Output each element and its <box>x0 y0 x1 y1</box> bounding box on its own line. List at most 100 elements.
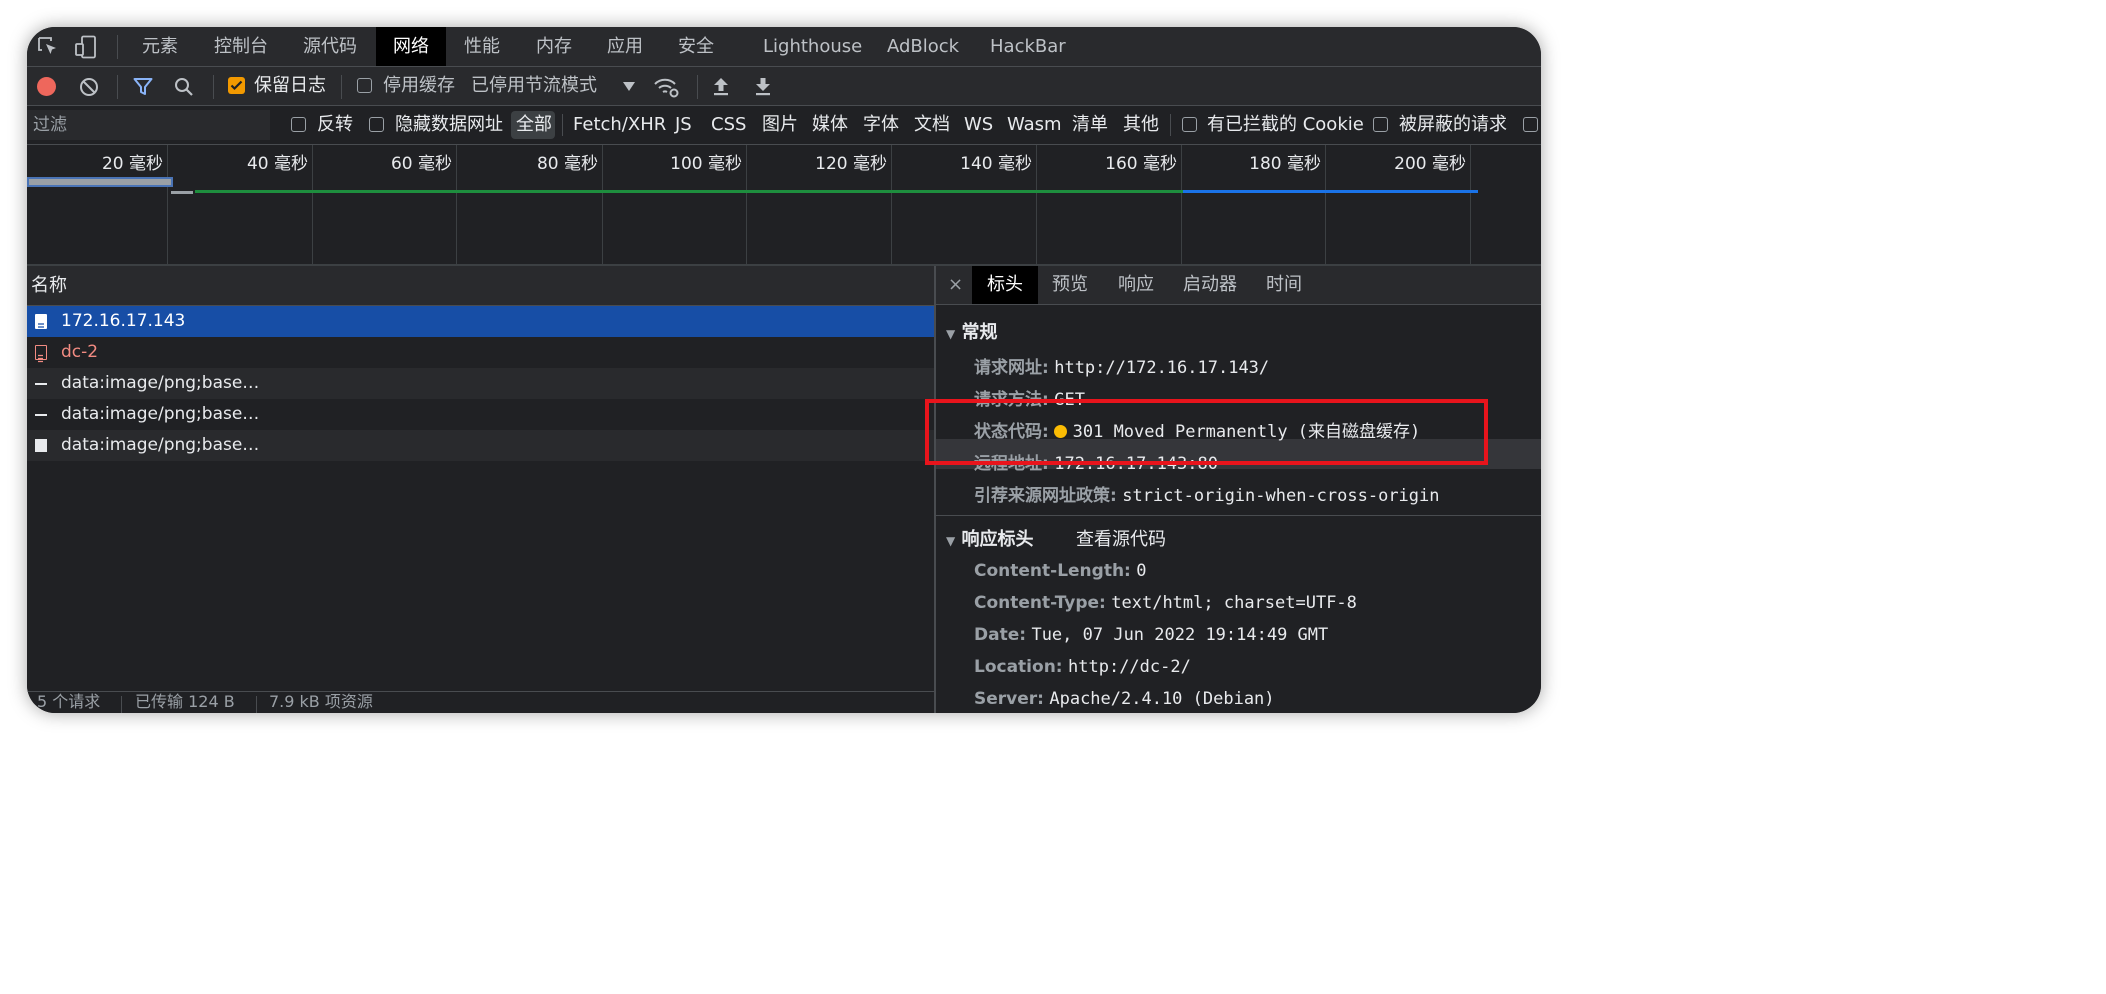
tab-application[interactable]: 应用 <box>607 27 643 66</box>
tab-timing[interactable]: 时间 <box>1266 266 1302 304</box>
preserve-log-checkbox[interactable] <box>228 77 245 94</box>
header-value: strict-origin-when-cross-origin <box>1122 486 1440 506</box>
type-filter-css[interactable]: CSS <box>711 106 746 144</box>
response-headers-title: 响应标头 <box>961 529 1034 550</box>
request-list: 名称 172.16.17.143 dc-2 data:image/png;bas… <box>27 266 934 713</box>
type-filter-wasm[interactable]: Wasm <box>1007 106 1062 144</box>
detail-tab-bar: × 标头 预览 响应 启动器 时间 <box>936 266 1541 305</box>
timeline-tick-label: 160 毫秒 <box>1105 154 1177 174</box>
timeline-tick-label: 120 毫秒 <box>815 154 887 174</box>
table-row[interactable]: data:image/png;base… <box>27 430 934 461</box>
type-filter-ws[interactable]: WS <box>964 106 993 144</box>
table-row[interactable]: 172.16.17.143 <box>27 306 934 337</box>
type-filter-font[interactable]: 字体 <box>863 106 899 144</box>
header-key: Content-Type: <box>974 593 1106 613</box>
response-header-row: Content-Length: 0 <box>974 561 1147 581</box>
tab-memory[interactable]: 内存 <box>536 27 572 66</box>
third-party-checkbox[interactable] <box>1523 117 1538 132</box>
disable-cache-label: 停用缓存 <box>383 75 455 96</box>
general-section-header[interactable]: ▼ 常规 <box>946 318 998 344</box>
close-icon[interactable]: × <box>948 266 963 304</box>
tab-lighthouse[interactable]: Lighthouse <box>763 27 862 66</box>
clear-icon[interactable] <box>79 77 99 97</box>
type-filter-media[interactable]: 媒体 <box>812 106 848 144</box>
header-key: 引荐来源网址政策: <box>974 486 1117 506</box>
blocked-requests-checkbox[interactable] <box>1373 117 1388 132</box>
timeline-bar-waiting <box>171 191 193 194</box>
referrer-policy-row: 引荐来源网址政策: strict-origin-when-cross-origi… <box>974 481 1440 506</box>
table-row[interactable]: data:image/png;base… <box>27 368 934 399</box>
chevron-down-icon[interactable] <box>623 82 635 91</box>
tab-console[interactable]: 控制台 <box>214 27 268 66</box>
disable-cache-checkbox[interactable] <box>357 78 372 93</box>
network-summary-bar: 5 个请求 已传输 124 B 7.9 kB 项资源 <box>27 691 934 713</box>
response-header-row: Content-Type: text/html; charset=UTF-8 <box>974 593 1357 613</box>
type-filter-js[interactable]: JS <box>675 106 692 144</box>
type-filter-img[interactable]: 图片 <box>762 106 798 144</box>
timeline-tick-label: 80 毫秒 <box>536 154 598 174</box>
import-har-icon[interactable] <box>712 76 730 96</box>
search-icon[interactable] <box>174 77 194 97</box>
blocked-requests-label: 被屏蔽的请求 <box>1399 114 1507 135</box>
name-column-header[interactable]: 名称 <box>27 266 934 306</box>
tab-headers[interactable]: 标头 <box>972 266 1038 304</box>
throttling-select[interactable]: 已停用节流模式 <box>471 67 597 105</box>
filter-bar: 过滤 反转 隐藏数据网址 全部 Fetch/XHR JS CSS 图片 媒体 字… <box>27 106 1541 145</box>
tab-elements[interactable]: 元素 <box>142 27 178 66</box>
header-value: http://172.16.17.143/ <box>1054 358 1270 378</box>
request-name: data:image/png;base… <box>61 373 260 393</box>
panel-tab-bar: 元素 控制台 源代码 网络 性能 内存 应用 安全 Lighthouse AdB… <box>27 27 1541 67</box>
record-button[interactable] <box>37 77 56 96</box>
timeline-tick-label: 40 毫秒 <box>246 154 308 174</box>
type-filter-manifest[interactable]: 清单 <box>1072 106 1108 144</box>
table-row[interactable]: dc-2 <box>27 337 934 368</box>
timeline-bar-load <box>1183 190 1478 193</box>
request-count: 5 个请求 <box>37 692 101 711</box>
resources-size: 7.9 kB 项资源 <box>269 692 373 711</box>
timeline-tick-label: 60 毫秒 <box>390 154 452 174</box>
header-value: Apache/2.4.10 (Debian) <box>1049 689 1275 709</box>
tab-network[interactable]: 网络 <box>376 27 446 66</box>
request-name: data:image/png;base… <box>61 404 260 424</box>
type-filter-other[interactable]: 其他 <box>1123 106 1159 144</box>
tab-sources[interactable]: 源代码 <box>303 27 357 66</box>
view-source-link[interactable]: 查看源代码 <box>1076 525 1166 551</box>
timeline-tick-label: 100 毫秒 <box>670 154 742 174</box>
inspect-element-icon[interactable] <box>37 36 57 56</box>
hide-data-urls-checkbox[interactable] <box>369 117 384 132</box>
type-filter-doc[interactable]: 文档 <box>914 106 950 144</box>
device-toolbar-icon[interactable] <box>74 35 96 59</box>
tab-response[interactable]: 响应 <box>1118 266 1154 304</box>
blocked-cookies-checkbox[interactable] <box>1182 117 1197 132</box>
timeline-tick-label: 180 毫秒 <box>1249 154 1321 174</box>
type-filter-all[interactable]: 全部 <box>516 106 552 144</box>
response-header-row: Date: Tue, 07 Jun 2022 19:14:49 GMT <box>974 625 1328 645</box>
header-key: Server: <box>974 689 1044 709</box>
invert-label: 反转 <box>317 114 353 135</box>
tab-preview[interactable]: 预览 <box>1052 266 1088 304</box>
preserve-log-label: 保留日志 <box>254 75 326 96</box>
network-overview-timeline[interactable]: 20 毫秒 40 毫秒 60 毫秒 80 毫秒 100 毫秒 120 毫秒 14… <box>27 145 1541 266</box>
document-icon <box>35 345 47 363</box>
data-url-icon <box>35 414 47 416</box>
tab-adblock[interactable]: AdBlock <box>887 27 959 66</box>
tab-performance[interactable]: 性能 <box>464 27 500 66</box>
header-value: text/html; charset=UTF-8 <box>1111 593 1357 613</box>
invert-checkbox[interactable] <box>291 117 306 132</box>
table-row[interactable]: data:image/png;base… <box>27 399 934 430</box>
export-har-icon[interactable] <box>754 76 772 96</box>
header-value: Tue, 07 Jun 2022 19:14:49 GMT <box>1031 625 1329 645</box>
tab-initiator[interactable]: 启动器 <box>1183 266 1237 304</box>
data-url-icon <box>35 383 47 385</box>
response-header-row: Server: Apache/2.4.10 (Debian) <box>974 689 1275 709</box>
tab-security[interactable]: 安全 <box>678 27 714 66</box>
response-headers-section-header[interactable]: ▼ 响应标头 <box>946 525 1034 551</box>
network-conditions-icon[interactable] <box>653 75 681 99</box>
hide-data-urls-label: 隐藏数据网址 <box>395 114 503 135</box>
type-filter-fetch-xhr[interactable]: Fetch/XHR <box>573 106 666 144</box>
filter-icon[interactable] <box>133 77 153 97</box>
timeline-bar-dom-content <box>195 190 1183 193</box>
tab-hackbar[interactable]: HackBar <box>990 27 1066 66</box>
header-value: 0 <box>1136 561 1147 581</box>
header-value: http://dc-2/ <box>1068 657 1191 677</box>
